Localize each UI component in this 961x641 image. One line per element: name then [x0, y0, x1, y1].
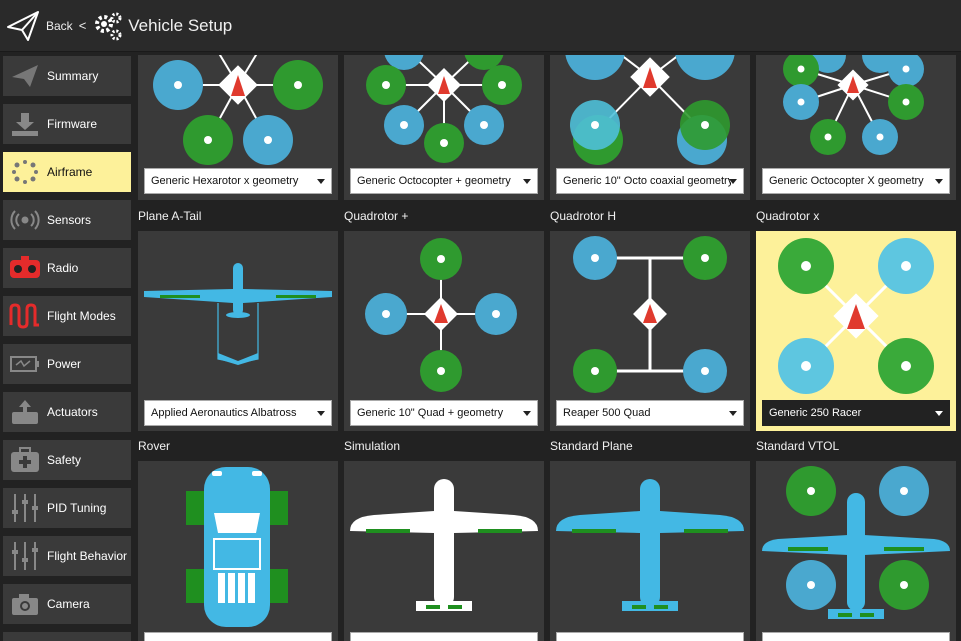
- sidebar-item-flight-behavior[interactable]: Flight Behavior: [3, 536, 131, 576]
- dropdown-caret-icon: [729, 411, 737, 416]
- gears-icon: [95, 12, 122, 40]
- airframe-dots-icon: [7, 156, 43, 188]
- sidebar-item-label: Sensors: [47, 213, 92, 227]
- airframe-select[interactable]: Generic 10" Octo coaxial geometry: [556, 168, 744, 194]
- sidebar-item-firmware[interactable]: Firmware: [3, 104, 131, 144]
- airframe-title: Plane A-Tail: [138, 209, 202, 223]
- dropdown-caret-icon: [729, 179, 737, 184]
- airframe-title: Standard VTOL: [756, 439, 840, 453]
- dropdown-caret-icon: [523, 411, 531, 416]
- sidebar: Summary Firmware Airframe Sensors Radio …: [0, 55, 134, 641]
- airframe-card-octocopter-x[interactable]: Generic Octocopter X geometry: [756, 55, 956, 200]
- actuators-icon: [7, 396, 43, 428]
- dropdown-caret-icon: [935, 411, 943, 416]
- airframe-select[interactable]: [350, 632, 538, 641]
- airframe-select[interactable]: [556, 632, 744, 641]
- sidebar-item-label: Flight Modes: [47, 309, 116, 323]
- sidebar-item-label: Flight Behavior: [47, 549, 128, 563]
- airframe-card-octo-coaxial[interactable]: Generic 10" Octo coaxial geometry: [550, 55, 750, 200]
- download-icon: [7, 108, 43, 140]
- sidebar-item-flight-modes[interactable]: Flight Modes: [3, 296, 131, 336]
- airframe-select[interactable]: [762, 632, 950, 641]
- airframe-select[interactable]: Generic 10" Quad + geometry: [350, 400, 538, 426]
- radio-icon: [7, 252, 43, 284]
- airframe-select[interactable]: Reaper 500 Quad: [556, 400, 744, 426]
- airframe-card-rover[interactable]: [138, 461, 338, 641]
- airframe-title: Simulation: [344, 439, 401, 453]
- vehicle-setup-window: Back < Vehicle Setup Summary Firmware Ai…: [0, 0, 961, 641]
- sidebar-item-sensors[interactable]: Sensors: [3, 200, 131, 240]
- airframe-grid: Generic Hexarotor x geometry Generic Oct…: [134, 55, 961, 641]
- airframe-card-octocopter-plus[interactable]: Generic Octocopter + geometry: [344, 55, 544, 200]
- airframe-select[interactable]: Generic Octocopter + geometry: [350, 168, 538, 194]
- airframe-select[interactable]: [144, 632, 332, 641]
- airframe-card-simulation[interactable]: [344, 461, 544, 641]
- sidebar-item-label: Summary: [47, 69, 99, 83]
- sidebar-item-radio[interactable]: Radio: [3, 248, 131, 288]
- sidebar-item-airframe[interactable]: Airframe: [3, 152, 131, 192]
- airframe-select[interactable]: Generic Hexarotor x geometry: [144, 168, 332, 194]
- airframe-card-quadrotor-plus[interactable]: Generic 10" Quad + geometry: [344, 231, 544, 431]
- airframe-title: Quadrotor +: [344, 209, 409, 223]
- sidebar-item-actuators[interactable]: Actuators: [3, 392, 131, 432]
- battery-icon: [7, 348, 43, 380]
- sliders-icon: [7, 492, 43, 524]
- airframe-card-quadrotor-x[interactable]: Generic 250 Racer: [756, 231, 956, 431]
- sidebar-item-label: Actuators: [47, 405, 98, 419]
- airframe-title: Rover: [138, 439, 171, 453]
- breadcrumb-separator: <: [78, 18, 87, 33]
- airframe-select[interactable]: Generic 250 Racer: [762, 400, 950, 426]
- sidebar-item-summary[interactable]: Summary: [3, 56, 131, 96]
- airframe-title: Quadrotor x: [756, 209, 820, 223]
- sidebar-item-partial[interactable]: [3, 632, 131, 641]
- sidebar-item-label: Camera: [47, 597, 90, 611]
- airframe-title: Standard Plane: [550, 439, 633, 453]
- sidebar-item-safety[interactable]: Safety: [3, 440, 131, 480]
- dropdown-caret-icon: [317, 411, 325, 416]
- page-title: Vehicle Setup: [128, 15, 233, 35]
- sidebar-item-label: Firmware: [47, 117, 97, 131]
- airframe-title: Quadrotor H: [550, 209, 617, 223]
- camera-icon: [7, 588, 43, 620]
- sidebar-item-camera[interactable]: Camera: [3, 584, 131, 624]
- airframe-card-standard-vtol[interactable]: [756, 461, 956, 641]
- sidebar-item-pid-tuning[interactable]: PID Tuning: [3, 488, 131, 528]
- sensors-icon: [7, 204, 43, 236]
- airframe-select[interactable]: Applied Aeronautics Albatross: [144, 400, 332, 426]
- safety-icon: [7, 444, 43, 476]
- back-button[interactable]: Back: [46, 19, 73, 33]
- dropdown-caret-icon: [523, 179, 531, 184]
- sliders-icon: [7, 540, 43, 572]
- sidebar-item-power[interactable]: Power: [3, 344, 131, 384]
- flight-modes-icon: [7, 300, 43, 332]
- airframe-card-hexarotor-x[interactable]: Generic Hexarotor x geometry: [138, 55, 338, 200]
- dropdown-caret-icon: [935, 179, 943, 184]
- header-bar: Back < Vehicle Setup: [0, 0, 961, 52]
- airframe-card-quadrotor-h[interactable]: Reaper 500 Quad: [550, 231, 750, 431]
- sidebar-item-label: Safety: [47, 453, 82, 467]
- sidebar-item-label: Power: [47, 357, 82, 371]
- sidebar-item-label: Airframe: [47, 165, 93, 179]
- sidebar-item-label: Radio: [47, 261, 79, 275]
- paper-plane-icon: [7, 60, 43, 92]
- airframe-card-plane-a-tail[interactable]: Applied Aeronautics Albatross: [138, 231, 338, 431]
- airframe-card-standard-plane[interactable]: [550, 461, 750, 641]
- paper-plane-logo-icon[interactable]: [6, 9, 40, 43]
- sidebar-item-label: PID Tuning: [47, 501, 107, 515]
- airframe-select[interactable]: Generic Octocopter X geometry: [762, 168, 950, 194]
- dropdown-caret-icon: [317, 179, 325, 184]
